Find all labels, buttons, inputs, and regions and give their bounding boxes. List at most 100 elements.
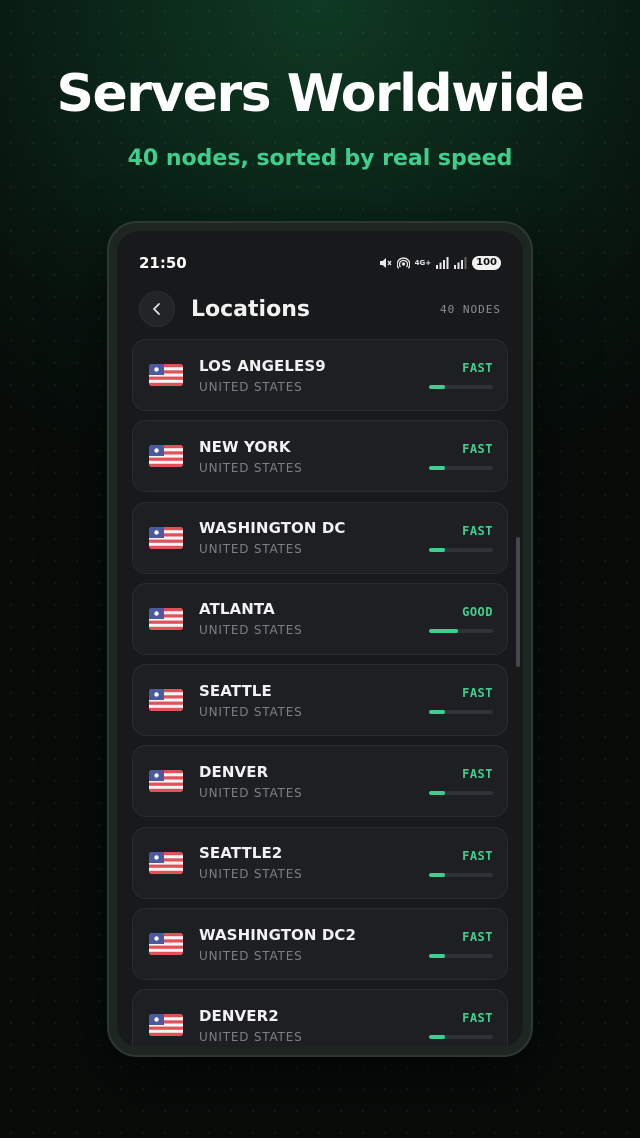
app-header: Locations 40 NODES (139, 287, 501, 331)
node-count-label: 40 NODES (440, 302, 501, 316)
speed-bar-fill (429, 710, 445, 715)
speed-indicator: FAST (429, 849, 493, 877)
server-city: ATLANTA (199, 600, 275, 619)
us-flag-icon (149, 770, 183, 793)
network-type: 4G+ (414, 258, 432, 267)
signal-icon (436, 257, 449, 269)
speed-bar (429, 628, 493, 633)
server-info: WASHINGTON DC2 UNITED STATES (199, 926, 429, 963)
server-info: DENVER UNITED STATES (199, 763, 429, 800)
promo-headline: Servers Worldwide (56, 64, 586, 124)
server-country: UNITED STATES (199, 379, 303, 394)
speed-label: FAST (462, 523, 493, 538)
us-flag-icon (149, 607, 183, 630)
phone-screen: 21:50 4G+ 100 Locations 40 NODES LOS ANG… (117, 231, 523, 1047)
speed-bar-fill (429, 547, 445, 552)
speed-bar-fill (429, 385, 445, 389)
server-info: WASHINGTON DC UNITED STATES (199, 519, 429, 556)
speed-bar (429, 791, 493, 796)
phone-frame: 21:50 4G+ 100 Locations 40 NODES LOS ANG… (107, 221, 533, 1057)
server-list-item[interactable]: WASHINGTON DC UNITED STATES FAST (132, 501, 508, 574)
server-list-item[interactable]: NEW YORK UNITED STATES FAST (132, 420, 508, 493)
status-icons: 4G+ 100 (379, 256, 501, 270)
server-list-item[interactable]: WASHINGTON DC2 UNITED STATES FAST (132, 908, 508, 981)
promo-subheadline: 40 nodes, sorted by real speed (127, 146, 513, 171)
speed-bar (429, 466, 493, 471)
server-country: UNITED STATES (199, 1029, 303, 1044)
speed-label: FAST (462, 1011, 493, 1026)
speed-label: FAST (462, 767, 493, 782)
server-country: UNITED STATES (199, 867, 303, 882)
speed-indicator: FAST (429, 767, 493, 796)
speed-bar (429, 954, 493, 959)
speed-bar-fill (429, 872, 445, 877)
server-city: SEATTLE (199, 681, 272, 700)
server-city: DENVER (199, 762, 269, 781)
server-info: SEATTLE2 UNITED STATES (199, 844, 429, 881)
server-city: WASHINGTON DC2 (199, 925, 357, 944)
server-list-item[interactable]: LOS ANGELES9 UNITED STATES FAST (132, 339, 508, 411)
server-city: DENVER2 (199, 1006, 279, 1025)
us-flag-icon (149, 1014, 183, 1037)
speed-label: FAST (462, 686, 493, 701)
server-country: UNITED STATES (199, 948, 303, 963)
speed-indicator: FAST (429, 1011, 493, 1040)
server-info: SEATTLE UNITED STATES (199, 682, 429, 719)
speed-bar (429, 710, 493, 715)
us-flag-icon (149, 933, 183, 956)
server-info: LOS ANGELES9 UNITED STATES (199, 357, 429, 394)
speed-bar (429, 547, 493, 552)
hotspot-icon (396, 257, 410, 269)
server-country: UNITED STATES (199, 785, 303, 800)
speed-indicator: FAST (429, 361, 493, 389)
us-flag-icon (149, 526, 183, 549)
us-flag-icon (149, 364, 183, 386)
speed-indicator: FAST (429, 524, 493, 552)
server-info: NEW YORK UNITED STATES (199, 438, 429, 475)
server-list-item[interactable]: SEATTLE UNITED STATES FAST (132, 664, 508, 737)
battery-icon: 100 (472, 256, 501, 270)
server-country: UNITED STATES (199, 460, 303, 475)
speed-bar-fill (429, 466, 445, 471)
status-bar: 21:50 4G+ 100 (139, 251, 501, 275)
speed-label: FAST (462, 361, 493, 375)
server-country: UNITED STATES (199, 704, 303, 719)
server-list-item[interactable]: DENVER2 UNITED STATES FAST (132, 989, 508, 1047)
server-list-item[interactable]: DENVER UNITED STATES FAST (132, 745, 508, 818)
signal-icon (454, 257, 467, 269)
speed-indicator: FAST (429, 930, 493, 959)
speed-label: FAST (462, 442, 493, 457)
speed-indicator: GOOD (429, 605, 493, 633)
server-city: SEATTLE2 (199, 844, 283, 863)
speed-bar (429, 872, 493, 877)
speed-bar (429, 1035, 493, 1040)
speed-label: FAST (462, 848, 493, 863)
server-list: LOS ANGELES9 UNITED STATES FAST NEW YORK… (132, 339, 508, 1047)
speed-indicator: FAST (429, 686, 493, 715)
speed-label: GOOD (462, 604, 493, 619)
server-list-item[interactable]: SEATTLE2 UNITED STATES FAST (132, 826, 508, 899)
scrollbar-thumb[interactable] (516, 537, 520, 667)
speed-label: FAST (462, 930, 493, 945)
speed-bar-fill (429, 628, 458, 633)
speed-bar-fill (429, 1035, 445, 1040)
speed-bar-fill (429, 791, 445, 796)
chevron-left-icon (153, 303, 160, 315)
speed-bar (429, 385, 493, 389)
server-country: UNITED STATES (199, 623, 303, 638)
server-city: NEW YORK (199, 437, 291, 456)
us-flag-icon (149, 689, 183, 712)
server-city: LOS ANGELES9 (199, 356, 326, 375)
us-flag-icon (149, 851, 183, 874)
server-city: WASHINGTON DC (199, 519, 346, 538)
speed-bar-fill (429, 954, 445, 959)
page-title: Locations (191, 296, 310, 322)
mute-icon (379, 258, 392, 268)
us-flag-icon (149, 445, 183, 468)
back-button[interactable] (139, 291, 175, 327)
server-list-item[interactable]: ATLANTA UNITED STATES GOOD (132, 582, 508, 655)
status-time: 21:50 (139, 254, 187, 272)
server-info: ATLANTA UNITED STATES (199, 600, 429, 637)
server-info: DENVER2 UNITED STATES (199, 1007, 429, 1044)
speed-indicator: FAST (429, 442, 493, 471)
